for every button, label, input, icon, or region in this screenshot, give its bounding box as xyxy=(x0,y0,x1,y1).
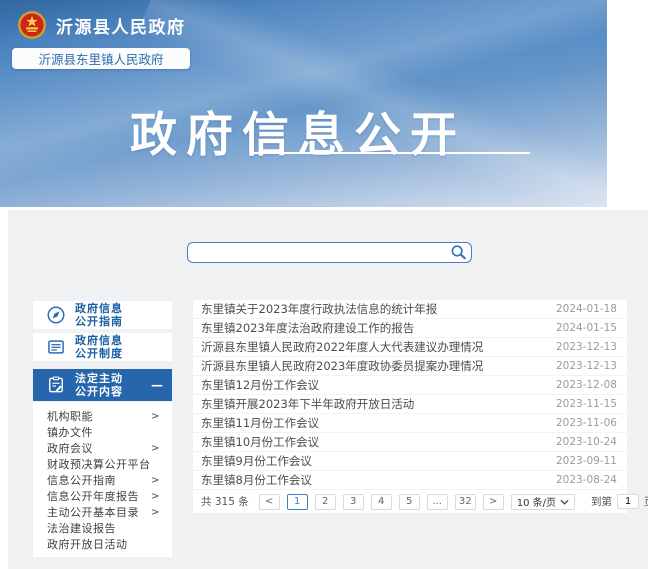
article-date: 2023-08-24 xyxy=(556,474,617,486)
sidebar-subitem-label: 财政预决算公开平台 xyxy=(47,456,151,472)
article-date: 2023-11-06 xyxy=(556,417,617,429)
chevron-down-icon xyxy=(560,499,569,505)
article-list-card: 东里镇关于2023年度行政执法信息的统计年报 2024-01-18 东里镇202… xyxy=(193,300,627,513)
sidebar-subitem[interactable]: 主动公开基本目录 > xyxy=(33,504,172,520)
title-underline xyxy=(253,152,530,154)
sidebar-item-label: 政府信息 公开指南 xyxy=(75,302,123,328)
article-title[interactable]: 东里镇8月份工作会议 xyxy=(201,472,312,488)
list-item[interactable]: 东里镇8月份工作会议 2023-08-24 xyxy=(193,471,627,490)
article-title[interactable]: 东里镇2023年度法治政府建设工作的报告 xyxy=(201,320,414,336)
sub-site-badge-label: 沂源县东里镇人民政府 xyxy=(38,49,163,68)
page-size-value: 10 条/页 xyxy=(517,494,556,509)
page-title: 政府信息公开 xyxy=(130,96,466,165)
list-item[interactable]: 东里镇12月份工作会议 2023-12-08 xyxy=(193,376,627,395)
list-item[interactable]: 东里镇10月份工作会议 2023-10-24 xyxy=(193,433,627,452)
chevron-right-icon: > xyxy=(151,475,160,486)
sidebar-item-guide[interactable]: 政府信息 公开指南 xyxy=(33,301,172,329)
sidebar-subitem-label: 政府开放日活动 xyxy=(47,536,128,552)
sidebar-item-label: 政府信息 公开制度 xyxy=(75,334,123,360)
article-date: 2023-12-13 xyxy=(556,360,617,372)
sidebar-subitem[interactable]: 信息公开年度报告 > xyxy=(33,488,172,504)
sidebar-subitem-label: 镇办文件 xyxy=(47,424,93,440)
article-date: 2024-01-15 xyxy=(556,322,617,334)
article-title[interactable]: 东里镇开展2023年下半年政府开放日活动 xyxy=(201,396,414,412)
jump-prefix-label: 到第 xyxy=(591,494,612,509)
page-button[interactable]: ... xyxy=(427,494,448,510)
article-title[interactable]: 东里镇10月份工作会议 xyxy=(201,434,319,450)
clipboard-pen-icon xyxy=(46,375,66,395)
search-bar xyxy=(187,242,472,263)
page-button[interactable]: 3 xyxy=(343,494,364,510)
article-date: 2023-10-24 xyxy=(556,436,617,448)
list-item[interactable]: 沂源县东里镇人民政府2023年度政协委员提案办理情况 2023-12-13 xyxy=(193,357,627,376)
sidebar-submenu: 机构职能 > 镇办文件 政府会议 > 财政预决算公开平台 信息公开指南 > 信息… xyxy=(33,402,172,557)
sidebar-subitem[interactable]: 信息公开指南 > xyxy=(33,472,172,488)
list-item[interactable]: 东里镇9月份工作会议 2023-09-11 xyxy=(193,452,627,471)
page-button[interactable]: 2 xyxy=(315,494,336,510)
article-title[interactable]: 东里镇关于2023年度行政执法信息的统计年报 xyxy=(201,301,437,317)
sidebar-subitem-label: 信息公开指南 xyxy=(47,472,116,488)
list-item[interactable]: 东里镇2023年度法治政府建设工作的报告 2024-01-15 xyxy=(193,319,627,338)
page: 沂源县人民政府 沂源县东里镇人民政府 政府信息公开 政府信息 公开指南 xyxy=(0,0,648,569)
compass-icon xyxy=(46,305,66,325)
sidebar-subitem[interactable]: 政府会议 > xyxy=(33,440,172,456)
sidebar-subitem-label: 机构职能 xyxy=(47,408,93,424)
article-date: 2024-01-18 xyxy=(556,303,617,315)
sidebar-subitem[interactable]: 法治建设报告 xyxy=(33,520,172,536)
sidebar-subitem[interactable]: 机构职能 > xyxy=(33,408,172,424)
site-header: 沂源县人民政府 xyxy=(17,10,186,40)
article-list: 东里镇关于2023年度行政执法信息的统计年报 2024-01-18 东里镇202… xyxy=(193,300,627,490)
sidebar-subitem-label: 信息公开年度报告 xyxy=(47,488,139,504)
jump-page-input[interactable] xyxy=(617,494,639,509)
article-date: 2023-12-13 xyxy=(556,341,617,353)
list-item[interactable]: 东里镇开展2023年下半年政府开放日活动 2023-11-15 xyxy=(193,395,627,414)
jump-to-page: 到第 页 确定 xyxy=(591,493,648,510)
list-item[interactable]: 东里镇关于2023年度行政执法信息的统计年报 2024-01-18 xyxy=(193,300,627,319)
sub-site-badge[interactable]: 沂源县东里镇人民政府 xyxy=(12,48,190,69)
article-date: 2023-11-15 xyxy=(556,398,617,410)
next-page-button[interactable]: > xyxy=(483,494,504,510)
list-item[interactable]: 沂源县东里镇人民政府2022年度人大代表建议办理情况 2023-12-13 xyxy=(193,338,627,357)
page-buttons: 12345... 32 xyxy=(287,494,476,510)
page-button[interactable]: 32 xyxy=(455,494,476,510)
pagination: 共 315 条 < 12345...32 > 10 条/页 到第 页 确定 xyxy=(193,490,627,513)
national-emblem-icon xyxy=(17,10,47,40)
sidebar-subitem[interactable]: 政府开放日活动 xyxy=(33,536,172,552)
banner: 沂源县人民政府 沂源县东里镇人民政府 政府信息公开 xyxy=(0,0,607,207)
sidebar-subitem-label: 政府会议 xyxy=(47,440,93,456)
page-size-select[interactable]: 10 条/页 xyxy=(511,494,575,510)
chevron-right-icon: > xyxy=(151,491,160,502)
content-panel: 政府信息 公开指南 政府信息 公开制度 xyxy=(8,210,648,569)
page-button[interactable]: 4 xyxy=(371,494,392,510)
chevron-right-icon: > xyxy=(151,443,160,454)
total-count: 共 315 条 xyxy=(201,494,249,509)
sidebar-subitem[interactable]: 镇办文件 xyxy=(33,424,172,440)
site-name: 沂源县人民政府 xyxy=(56,13,186,38)
article-title[interactable]: 沂源县东里镇人民政府2023年度政协委员提案办理情况 xyxy=(201,358,483,374)
chevron-right-icon: > xyxy=(151,507,160,518)
article-title[interactable]: 东里镇9月份工作会议 xyxy=(201,453,312,469)
page-button[interactable]: 1 xyxy=(287,494,308,510)
jump-suffix-label: 页 xyxy=(644,494,648,509)
page-button[interactable]: 5 xyxy=(399,494,420,510)
article-title[interactable]: 东里镇11月份工作会议 xyxy=(201,415,319,431)
search-input[interactable] xyxy=(187,242,472,263)
prev-page-button[interactable]: < xyxy=(259,494,280,510)
sidebar-item-system[interactable]: 政府信息 公开制度 xyxy=(33,333,172,361)
article-title[interactable]: 东里镇12月份工作会议 xyxy=(201,377,319,393)
search-icon[interactable] xyxy=(450,244,467,261)
article-date: 2023-09-11 xyxy=(556,455,617,467)
collapse-indicator-icon[interactable]: — xyxy=(151,378,163,392)
sidebar-subitem[interactable]: 财政预决算公开平台 xyxy=(33,456,172,472)
chevron-right-icon: > xyxy=(151,411,160,422)
sidebar-subitem-label: 主动公开基本目录 xyxy=(47,504,139,520)
sidebar-item-label: 法定主动 公开内容 xyxy=(75,372,123,398)
sidebar-subitem-label: 法治建设报告 xyxy=(47,520,116,536)
article-date: 2023-12-08 xyxy=(556,379,617,391)
document-list-icon xyxy=(46,337,66,357)
list-item[interactable]: 东里镇11月份工作会议 2023-11-06 xyxy=(193,414,627,433)
article-title[interactable]: 沂源县东里镇人民政府2022年度人大代表建议办理情况 xyxy=(201,339,483,355)
sidebar-item-proactive-disclosure[interactable]: 法定主动 公开内容 — xyxy=(33,369,172,401)
